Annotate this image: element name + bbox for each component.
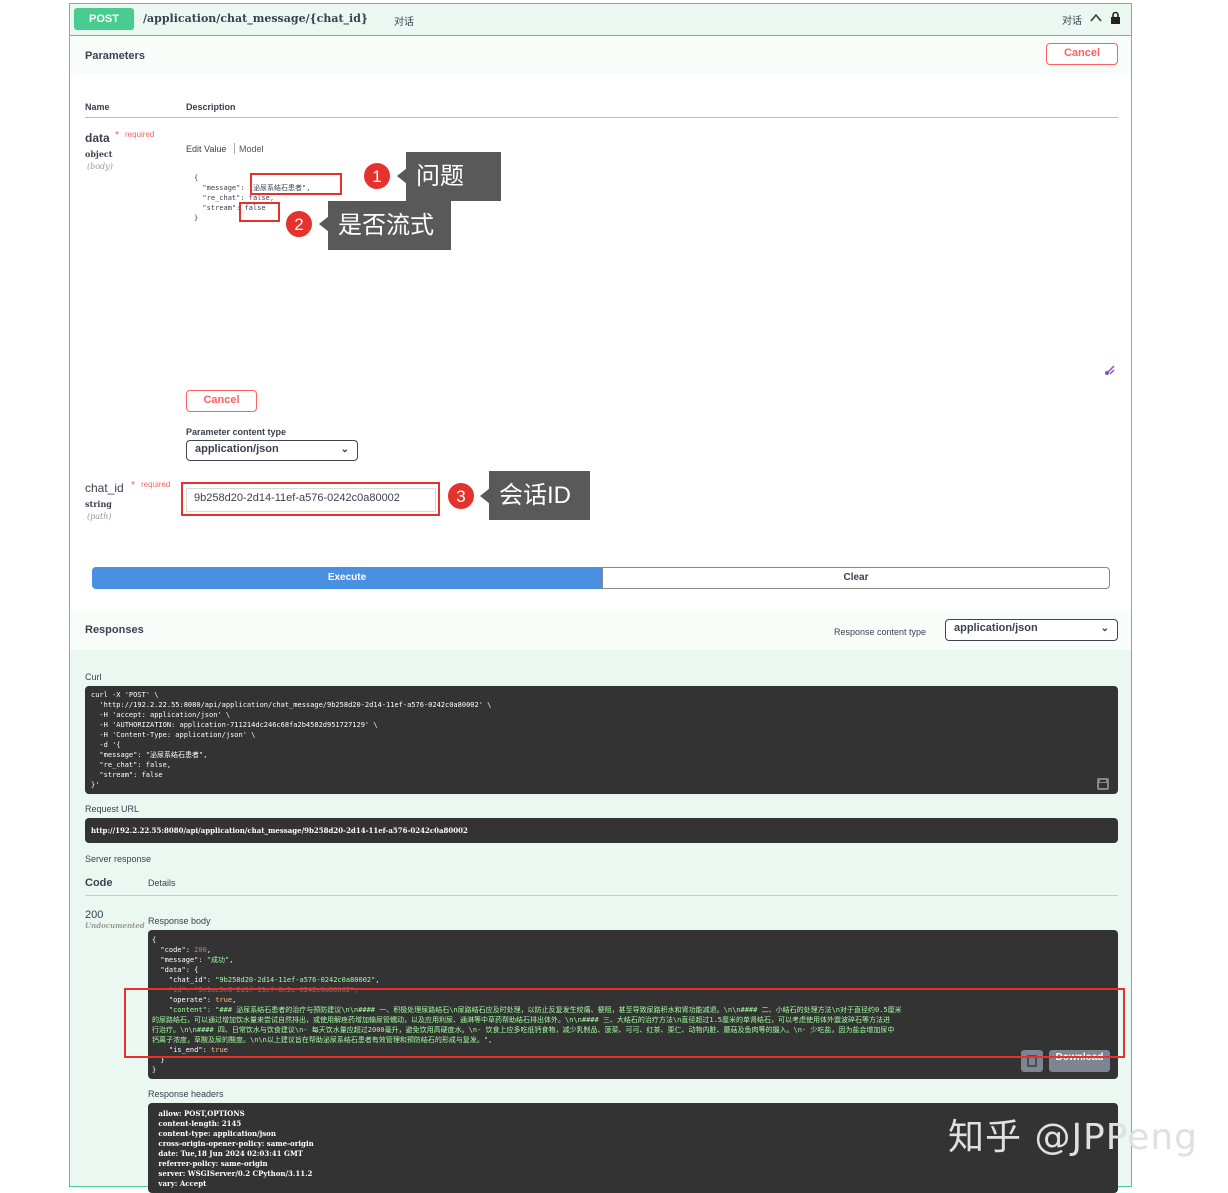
tab-edit-value[interactable]: Edit Value	[186, 144, 226, 154]
operation-summary: 对话	[394, 17, 414, 28]
body-json-editor[interactable]: { "message": "泌尿系结石患者", "re_chat": false…	[186, 165, 1118, 377]
response-content-type-value: application/json	[954, 622, 1038, 634]
cancel-try-button[interactable]: Cancel	[1046, 43, 1118, 65]
param-type: object	[85, 149, 113, 159]
col-name-header: Name	[85, 102, 110, 112]
response-body-label: Response body	[148, 916, 211, 926]
server-response-label: Server response	[85, 854, 152, 864]
response-headers-label: Response headers	[148, 1089, 224, 1099]
col-description-header: Description	[186, 102, 236, 112]
responses-title: Responses	[85, 624, 144, 636]
clear-button[interactable]: Clear	[602, 567, 1110, 589]
param-type-chat-id: string	[85, 499, 112, 509]
operation-path: /application/chat_message/{chat_id}	[143, 12, 369, 25]
body-line: "message": "成功",	[152, 956, 234, 964]
operation-header[interactable]: POST /application/chat_message/{chat_id}…	[70, 4, 1131, 36]
code-col-header: Code	[85, 877, 113, 889]
required-star-chat-id: *	[131, 480, 135, 491]
request-url-label: Request URL	[85, 804, 140, 814]
required-label: required	[125, 130, 155, 139]
body-line: "chat_id": "9b258d20-2d14-11ef-a576-0242…	[152, 976, 380, 984]
parameter-content-type-value: application/json	[195, 443, 279, 455]
curl-code-block[interactable]: curl -X 'POST' \ 'http://192.2.22.55:808…	[85, 686, 1118, 794]
param-location: (body)	[87, 162, 113, 171]
response-code: 200	[85, 909, 104, 921]
callout-label-3: 会话ID	[489, 471, 590, 520]
request-url-block[interactable]: http://192.2.22.55:8080/api/application/…	[85, 818, 1118, 843]
parameters-title: Parameters	[85, 50, 145, 62]
watermark-text: 知乎 @JPPeng	[948, 1117, 1199, 1158]
details-col-header: Details	[148, 878, 176, 888]
response-content-type-label: Response content type	[834, 627, 927, 637]
responses-header: Responses Response content type applicat…	[70, 610, 1131, 650]
copy-icon[interactable]	[1096, 777, 1110, 796]
annotation-box-stream	[239, 202, 280, 222]
response-divider	[85, 895, 1118, 896]
annotation-box-content	[124, 988, 1125, 1058]
chevron-down-icon: ⌄	[1100, 623, 1109, 634]
method-badge: POST	[74, 8, 134, 30]
response-code-note: Undocumented	[85, 921, 145, 930]
annotation-box-chat-id	[181, 482, 440, 516]
parameter-content-type-select[interactable]: application/json ⌄	[186, 440, 358, 461]
lock-icon[interactable]	[1110, 11, 1121, 27]
execute-button[interactable]: Execute	[92, 567, 602, 589]
tab-divider	[234, 143, 235, 154]
param-name-chat-id: chat_id	[85, 481, 124, 495]
chevron-down-icon: ⌄	[340, 444, 349, 455]
callout-number-3: 3	[446, 481, 476, 511]
callout-number-1: 1	[362, 161, 392, 191]
param-name-data: data	[85, 131, 110, 145]
header-line: referrer-policy: same-origin	[156, 1159, 268, 1168]
resize-handle-icon[interactable]	[1104, 363, 1116, 381]
body-line: "data": {	[152, 966, 199, 974]
callout-number-2: 2	[284, 209, 314, 239]
callout-label-1: 问题	[406, 152, 501, 201]
required-star: *	[115, 130, 119, 141]
body-line: {	[152, 936, 157, 944]
required-label-chat-id: required	[141, 480, 171, 489]
response-content-type-select[interactable]: application/json ⌄	[945, 619, 1118, 641]
tab-model[interactable]: Model	[239, 144, 264, 154]
cancel-body-button[interactable]: Cancel	[186, 390, 257, 412]
body-line: "code": 200,	[152, 946, 212, 954]
annotation-box-message	[250, 173, 342, 195]
curl-label: Curl	[85, 672, 102, 682]
param-location-chat-id: (path)	[87, 512, 112, 521]
header-controls: 对话	[1062, 11, 1121, 27]
body-line: }	[152, 1066, 157, 1074]
parameter-content-type-label: Parameter content type	[186, 427, 287, 437]
chevron-up-icon[interactable]	[1090, 12, 1102, 26]
header-line: server: WSGIServer/0.2 CPython/3.11.2	[156, 1169, 313, 1178]
parameters-header: Parameters Cancel	[70, 36, 1131, 74]
callout-label-2: 是否流式	[328, 201, 451, 250]
header-divider	[85, 117, 1118, 118]
header-line: vary: Accept	[156, 1179, 207, 1188]
tag-label: 对话	[1062, 15, 1082, 27]
